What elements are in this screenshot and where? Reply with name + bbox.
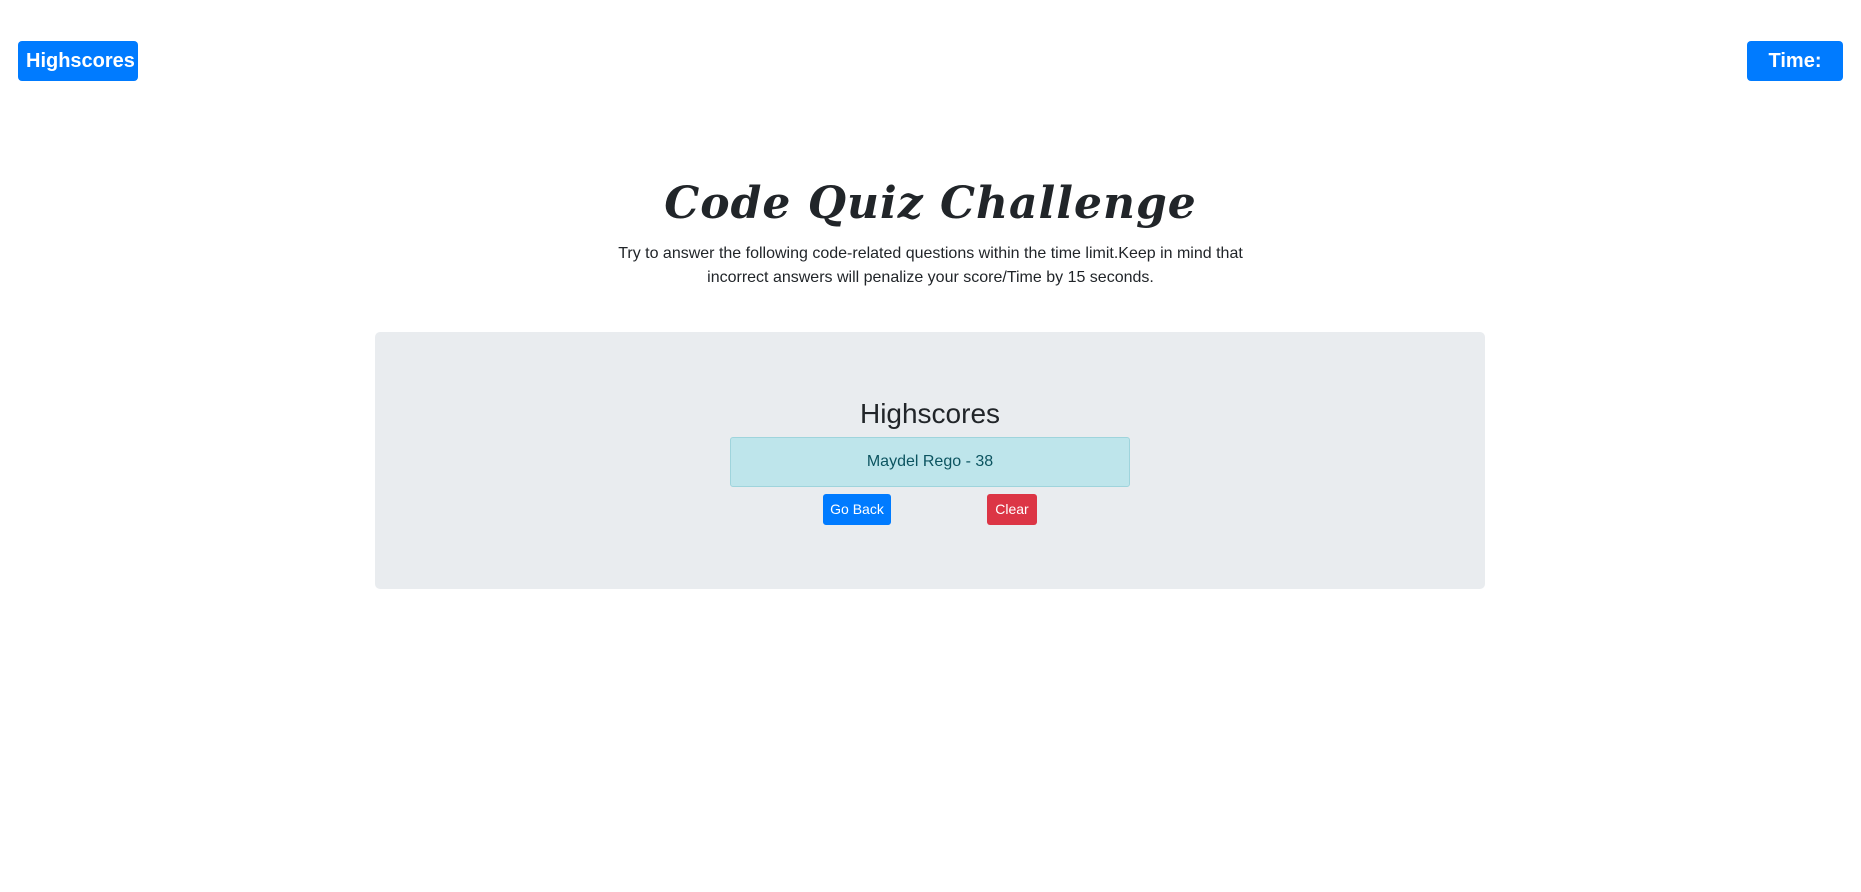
page-title: Code Quiz Challenge	[664, 178, 1197, 229]
page: Highscores Time: 38 Code Quiz Challenge …	[0, 0, 1861, 892]
highscores-card: Highscores Maydel Rego - 38 Go Back Clea…	[375, 332, 1485, 589]
timer-badge: Time: 38	[1747, 41, 1843, 112]
view-highscores-button[interactable]: Highscores	[18, 41, 138, 81]
page-subtitle: Try to answer the following code-related…	[618, 245, 1243, 286]
highscore-entry: Maydel Rego - 38	[730, 437, 1130, 487]
clear-highscores-button[interactable]: Clear	[987, 494, 1037, 525]
go-back-button[interactable]: Go Back	[823, 494, 891, 525]
highscores-heading: Highscores	[859, 398, 1001, 429]
page-header: Code Quiz Challenge Try to answer the fo…	[0, 176, 1861, 290]
